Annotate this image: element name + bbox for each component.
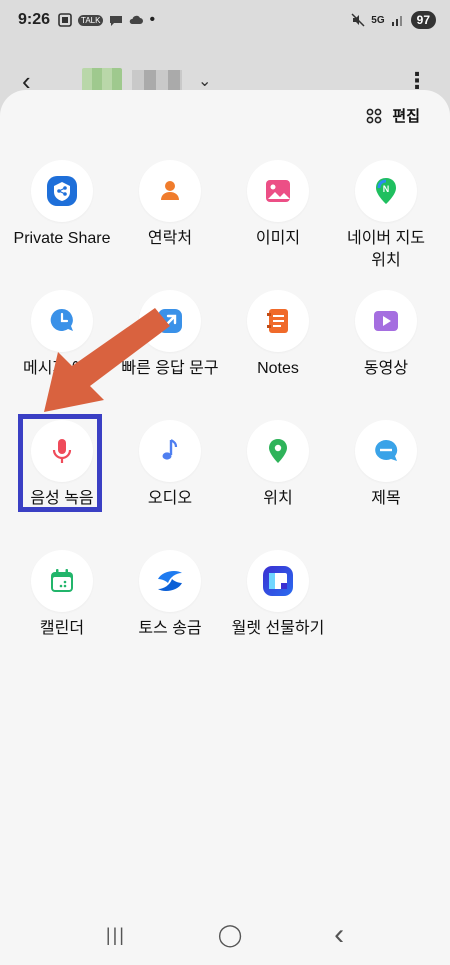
item-wallet-gift[interactable]: 월렛 선물하기	[224, 550, 332, 680]
status-right: 5G 97	[351, 11, 436, 29]
item-label: 제목	[371, 490, 401, 507]
blurred-name	[132, 70, 182, 92]
recents-icon[interactable]: |||	[106, 925, 126, 946]
item-private-share[interactable]: Private Share	[8, 160, 116, 290]
item-subject[interactable]: 제목	[332, 420, 440, 550]
attachment-grid: Private Share 연락처 이미지 N 네이버 지도 위치 메시지 예약…	[0, 160, 450, 680]
dot-icon: •	[149, 11, 156, 28]
mute-icon	[351, 13, 365, 27]
chevron-down-icon[interactable]: ⌄	[198, 71, 211, 91]
item-label: 캘린더	[39, 620, 85, 637]
toss-transfer-icon	[139, 550, 201, 612]
network-label: 5G	[371, 14, 385, 26]
notes-icon	[247, 290, 309, 352]
item-label: 음성 녹음	[30, 490, 94, 507]
item-notes[interactable]: Notes	[224, 290, 332, 420]
item-image[interactable]: 이미지	[224, 160, 332, 290]
quick-reply-icon	[139, 290, 201, 352]
item-label: 위치	[263, 490, 293, 507]
image-icon	[247, 160, 309, 222]
status-time: 9:26	[18, 11, 51, 28]
screenshot-icon	[58, 13, 72, 27]
item-label: 동영상	[363, 360, 409, 377]
item-label: 연락처	[147, 230, 193, 247]
edit-label: 편집	[392, 108, 420, 125]
item-toss-transfer[interactable]: 토스 송금	[116, 550, 224, 680]
private-share-icon	[31, 160, 93, 222]
voice-record-icon	[31, 420, 93, 482]
subject-icon	[355, 420, 417, 482]
item-label: 토스 송금	[138, 620, 202, 637]
item-scheduled-message[interactable]: 메시지 예약	[8, 290, 116, 420]
system-nav-bar: ||| ◯ ‹	[0, 905, 450, 965]
edit-button[interactable]: 편집	[366, 105, 420, 126]
signal-icon	[391, 16, 402, 26]
grid-edit-icon	[366, 108, 382, 123]
item-label: 네이버 지도 위치	[346, 230, 426, 269]
battery-badge: 97	[410, 11, 436, 29]
audio-icon	[139, 420, 201, 482]
item-audio[interactable]: 오디오	[116, 420, 224, 550]
item-label: 이미지	[255, 230, 301, 247]
contacts-icon	[139, 160, 201, 222]
item-location[interactable]: 위치	[224, 420, 332, 550]
cloud-icon	[130, 15, 144, 24]
home-icon[interactable]: ◯	[218, 922, 243, 948]
item-naver-map[interactable]: N 네이버 지도 위치	[332, 160, 440, 290]
item-label: Notes	[257, 360, 299, 377]
svg-text:N: N	[383, 184, 390, 194]
video-icon	[355, 290, 417, 352]
naver-map-icon: N	[355, 160, 417, 222]
item-label: Private Share	[13, 230, 111, 247]
item-quick-reply[interactable]: 빠른 응답 문구	[116, 290, 224, 420]
item-label: 오디오	[147, 490, 193, 507]
item-voice-record[interactable]: 음성 녹음	[8, 420, 116, 550]
location-icon	[247, 420, 309, 482]
item-video[interactable]: 동영상	[332, 290, 440, 420]
item-calendar[interactable]: 캘린더	[8, 550, 116, 680]
status-bar: 9:26 TALK • 5G 97	[0, 0, 450, 40]
notification-icons: TALK •	[58, 11, 155, 29]
nav-back-icon[interactable]: ‹	[334, 918, 344, 952]
chat-icon	[110, 16, 123, 26]
wallet-gift-icon	[247, 550, 309, 612]
item-contacts[interactable]: 연락처	[116, 160, 224, 290]
calendar-icon	[31, 550, 93, 612]
item-label: 빠른 응답 문구	[121, 360, 219, 377]
item-label: 메시지 예약	[22, 360, 102, 377]
talk-icon: TALK	[78, 14, 104, 26]
scheduled-message-icon	[31, 290, 93, 352]
item-label: 월렛 선물하기	[231, 620, 325, 637]
